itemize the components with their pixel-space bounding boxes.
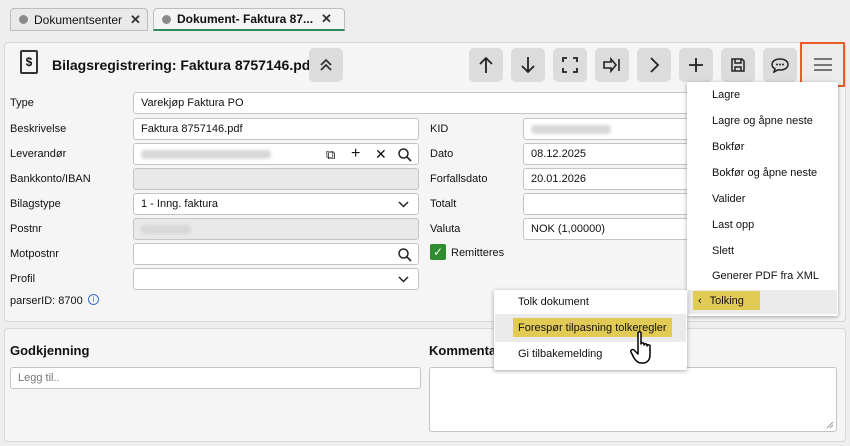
godkjenning-title: Godkjenning	[10, 343, 90, 358]
submenu-item-tolk-dokument[interactable]: Tolk dokument	[518, 296, 589, 308]
remitteres-label: Remitteres	[451, 247, 505, 259]
postnr-field	[133, 218, 419, 240]
redacted-value	[141, 149, 271, 159]
postnr-label: Postnr	[10, 223, 42, 235]
close-icon[interactable]: ✕	[130, 12, 141, 28]
legg-til-input[interactable]: Legg til..	[10, 367, 421, 389]
bilagstype-select[interactable]: 1 - Inng. faktura	[133, 193, 419, 215]
menu-item-bokfor-apne-neste[interactable]: Bokfør og åpne neste	[712, 167, 817, 179]
search-icon	[398, 148, 412, 162]
totalt-label: Totalt	[430, 198, 457, 210]
valuta-label: Valuta	[430, 223, 461, 235]
arrow-up-icon	[479, 56, 493, 73]
arrow-to-end-icon	[603, 57, 620, 73]
forfallsdato-label: Forfallsdato	[430, 173, 488, 185]
chevron-down-icon	[398, 276, 409, 283]
kommentar-textarea[interactable]	[429, 367, 837, 432]
chevron-right-icon	[650, 57, 660, 73]
search-icon	[398, 248, 412, 262]
hamburger-menu-button[interactable]	[800, 42, 845, 87]
menu-item-generer-pdf[interactable]: Generer PDF fra XML	[712, 270, 819, 282]
leverandor-field[interactable]: ⧉ + ✕	[133, 143, 419, 165]
hand-cursor-icon	[630, 331, 651, 364]
remitteres-checkbox[interactable]: ✓	[430, 244, 446, 260]
floppy-disk-icon	[731, 58, 745, 72]
arrow-up-button[interactable]	[469, 48, 503, 82]
kid-field[interactable]	[523, 118, 693, 140]
resize-handle-icon	[826, 421, 834, 429]
bankkonto-label: Bankkonto/IBAN	[10, 173, 91, 185]
totalt-field[interactable]	[523, 193, 693, 215]
bilagstype-value: 1 - Inng. faktura	[141, 198, 219, 210]
next-document-button[interactable]	[595, 48, 629, 82]
dato-label: Dato	[430, 148, 454, 160]
page-title: Bilagsregistrering: Faktura 8757146.pdf	[52, 57, 315, 73]
motpostnr-label: Motpostnr	[10, 248, 59, 260]
speech-bubble-icon	[771, 58, 789, 73]
profil-label: Profil	[10, 273, 36, 285]
comment-button[interactable]	[763, 48, 797, 82]
menu-item-lagre[interactable]: Lagre	[712, 89, 740, 101]
expand-icon	[562, 57, 578, 73]
menu-item-slett[interactable]: Slett	[712, 245, 734, 257]
clear-icon[interactable]: ✕	[375, 146, 387, 163]
redacted-value	[531, 124, 611, 134]
double-chevron-up-icon	[320, 58, 332, 71]
close-icon[interactable]: ✕	[321, 11, 332, 27]
menu-item-lagre-apne-neste[interactable]: Lagre og åpne neste	[712, 115, 813, 127]
save-button[interactable]	[721, 48, 755, 82]
tab-label: Dokumentsenter	[34, 12, 123, 27]
menu-item-valider[interactable]: Valider	[712, 193, 745, 205]
fullscreen-button[interactable]	[553, 48, 587, 82]
open-external-icon[interactable]: ⧉	[326, 147, 335, 163]
forfallsdato-field[interactable]: 20.01.2026	[523, 168, 693, 190]
tab-status-dot	[162, 14, 171, 24]
type-field[interactable]: Varekjøp Faktura PO	[133, 92, 693, 114]
chevron-left-icon: ‹	[698, 294, 702, 307]
arrow-down-icon	[521, 57, 535, 74]
add-button[interactable]	[679, 48, 713, 82]
parser-id: parserID: 8700	[10, 295, 83, 307]
collapse-button[interactable]	[309, 48, 343, 82]
leverandor-label: Leverandør	[10, 148, 67, 160]
plus-icon[interactable]: +	[351, 145, 360, 163]
bilagstype-label: Bilagstype	[10, 198, 61, 210]
bankkonto-field	[133, 168, 419, 190]
type-label: Type	[10, 97, 34, 109]
kommentar-title: Kommenta	[429, 343, 497, 358]
dato-field[interactable]: 08.12.2025	[523, 143, 693, 165]
tab-dokument-faktura[interactable]: Dokument- Faktura 87... ✕	[153, 8, 345, 31]
plus-icon	[689, 58, 703, 72]
tab-label: Dokument- Faktura 87...	[177, 12, 314, 26]
beskrivelse-field[interactable]: Faktura 8757146.pdf	[133, 118, 419, 140]
kid-label: KID	[430, 123, 449, 135]
tolking-label: Tolking	[709, 294, 744, 307]
menu-item-tolking[interactable]: ‹ Tolking	[693, 291, 760, 310]
tab-dokumentsenter[interactable]: Dokumentsenter ✕	[10, 8, 148, 31]
tab-status-dot	[19, 15, 28, 24]
submenu-item-gi-tilbakemelding[interactable]: Gi tilbakemelding	[518, 348, 602, 360]
menu-item-bokfor[interactable]: Bokfør	[712, 141, 744, 153]
hamburger-icon	[813, 58, 832, 71]
valuta-field[interactable]: NOK (1,00000)	[523, 218, 693, 240]
chevron-down-icon	[398, 201, 409, 208]
forward-button[interactable]	[637, 48, 671, 82]
document-dollar-icon: $	[20, 50, 38, 74]
redacted-value	[141, 224, 191, 234]
info-icon[interactable]: i	[88, 294, 99, 305]
menu-item-last-opp[interactable]: Last opp	[712, 219, 754, 231]
motpostnr-field[interactable]	[133, 243, 419, 265]
arrow-down-button[interactable]	[511, 48, 545, 82]
beskrivelse-label: Beskrivelse	[10, 123, 67, 135]
profil-select[interactable]	[133, 268, 419, 290]
